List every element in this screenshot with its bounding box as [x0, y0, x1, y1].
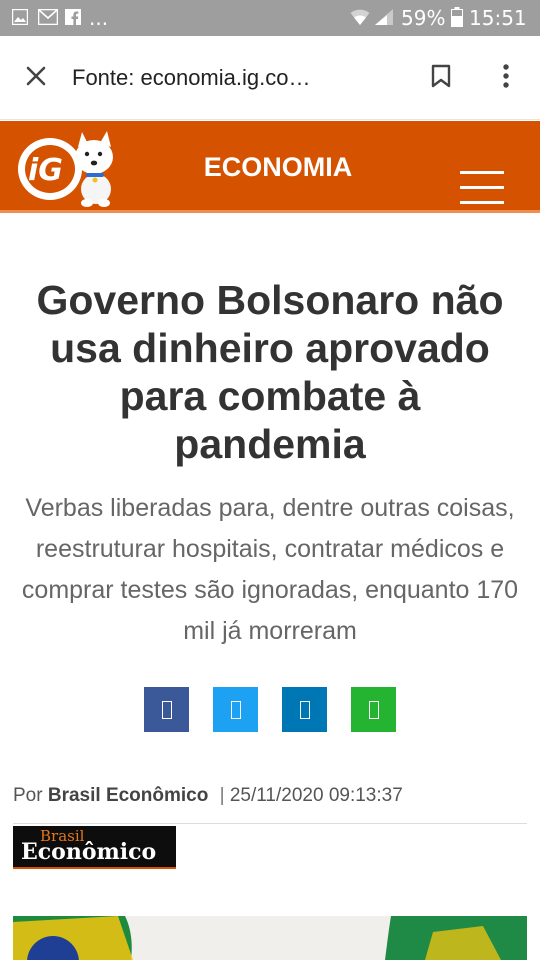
article-photo: [13, 916, 527, 960]
publish-date: 25/11/2020 09:13:37: [229, 785, 403, 806]
browser-toolbar: Fonte: economia.ig.co…: [0, 36, 540, 120]
article-subtitle: Verbas liberadas para, dentre outras coi…: [21, 494, 519, 645]
share-whatsapp-button[interactable]: [351, 687, 396, 732]
page-url[interactable]: Fonte: economia.ig.co…: [72, 64, 332, 92]
signal-icon: [374, 8, 394, 30]
notification-more: ...: [89, 6, 109, 30]
author-link[interactable]: Brasil Econômico: [48, 785, 209, 806]
byline-separator: |: [219, 785, 225, 806]
brasil-economico-logo[interactable]: Brasil Econômico: [13, 826, 176, 869]
share-twitter-button[interactable]: [213, 687, 258, 732]
battery-percent: 59%: [401, 6, 446, 30]
close-icon: [26, 66, 46, 91]
facebook-icon: [161, 700, 172, 719]
article-headline: Governo Bolsonaro não usa dinheiro aprov…: [36, 277, 504, 467]
image-icon: [11, 8, 29, 29]
bookmark-button[interactable]: [421, 58, 461, 98]
wifi-icon: [350, 8, 370, 30]
whatsapp-icon: [368, 700, 379, 719]
mail-icon: [37, 8, 59, 29]
bookmark-icon: [431, 64, 451, 93]
ig-logo[interactable]: iG: [14, 127, 120, 209]
close-button[interactable]: [16, 58, 56, 98]
more-options-button[interactable]: [486, 58, 526, 98]
twitter-icon: [230, 700, 241, 719]
site-header: iG ECONOMIA: [0, 121, 540, 213]
byline-prefix: Por: [13, 785, 43, 806]
divider: [13, 823, 527, 824]
menu-button[interactable]: [450, 157, 514, 213]
brazil-flag-left: [13, 916, 133, 960]
more-vert-icon: [503, 63, 509, 93]
byline: Por Brasil Econômico | 25/11/2020 09:13:…: [13, 784, 533, 808]
status-bar: ... 59% 15:51: [0, 0, 540, 36]
dog-mascot: [75, 131, 113, 207]
logo-line2: Econômico: [21, 839, 157, 865]
section-title[interactable]: ECONOMIA: [150, 151, 406, 183]
flag-right: [385, 916, 527, 960]
share-linkedin-button[interactable]: [282, 687, 327, 732]
clock: 15:51: [469, 6, 527, 30]
battery-icon: [451, 7, 463, 31]
share-facebook-button[interactable]: [144, 687, 189, 732]
facebook-icon: [65, 9, 81, 29]
svg-text:iG: iG: [28, 153, 63, 188]
linkedin-icon: [299, 700, 310, 719]
